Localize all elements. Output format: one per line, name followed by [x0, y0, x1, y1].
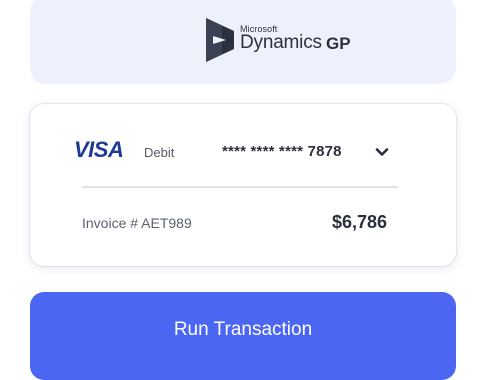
card-number[interactable]: **** **** **** 7878 — [222, 143, 342, 160]
payment-page: Microsoft Dynamics GP VISA Debit **** **… — [0, 0, 486, 380]
logo-card: Microsoft Dynamics GP — [30, 0, 456, 84]
card-type-label: Debit — [144, 145, 175, 160]
logo-suffix: GP — [326, 34, 351, 53]
invoice-label: Invoice # AET989 — [82, 215, 192, 231]
invoice-amount: $6,786 — [331, 212, 387, 232]
chevron-down-icon[interactable] — [374, 144, 390, 160]
logo-wordmark: Microsoft Dynamics GP — [240, 18, 360, 62]
card-divider — [82, 186, 398, 188]
payment-card: VISA Debit **** **** **** 7878 Invoice #… — [30, 104, 456, 266]
visa-logo: VISA — [74, 137, 124, 162]
dynamics-gp-logo: Microsoft Dynamics GP — [206, 18, 360, 62]
logo-product: Dynamics — [240, 32, 322, 53]
dynamics-logo-icon — [206, 18, 234, 62]
run-transaction-button[interactable]: Run Transaction — [30, 292, 456, 380]
